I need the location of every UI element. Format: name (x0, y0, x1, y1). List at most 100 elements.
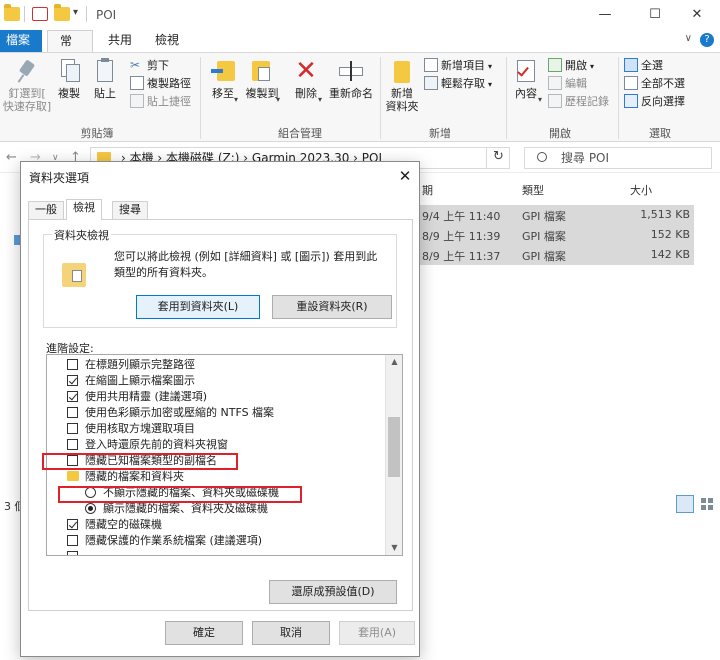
option-restore-windows[interactable]: 登入時還原先前的資料夾視窗 (47, 437, 383, 453)
column-size[interactable]: 大小 (630, 182, 652, 198)
option-file-icon-on-thumbnails[interactable]: 在縮圖上顯示檔案圖示 (47, 373, 383, 389)
scroll-thumb[interactable] (388, 417, 400, 477)
checkbox[interactable] (67, 407, 78, 418)
checkbox[interactable] (67, 535, 78, 546)
tab-general[interactable]: 一般 (28, 201, 64, 219)
option-hide-extensions[interactable]: 隱藏已知檔案類型的副檔名 (47, 453, 383, 469)
option-color-ntfs[interactable]: 使用色彩顯示加密或壓縮的 NTFS 檔案 (47, 405, 383, 421)
search-input[interactable]: 搜尋 POI (524, 147, 712, 169)
quick-access-dropdown-icon[interactable]: ▾ (73, 7, 78, 18)
checkbox[interactable] (67, 391, 78, 402)
option-hide-protected-os-files[interactable]: 隱藏保護的作業系統檔案 (建議選項) (47, 533, 383, 549)
file-type: GPI 檔案 (522, 210, 566, 223)
properties-button[interactable]: 內容 ▾ (508, 57, 544, 104)
search-placeholder: 搜尋 POI (561, 151, 610, 165)
file-row[interactable]: 9/4 上午 11:40 GPI 檔案 1,513 KB (420, 205, 694, 225)
ribbon-collapse-icon[interactable]: ∨ (685, 33, 692, 44)
delete-button[interactable]: ✕ 刪除 ▾ (288, 56, 324, 104)
new-item-button[interactable]: 新增項目 ▾ (424, 57, 492, 75)
option-label: 在縮圖上顯示檔案圖示 (85, 374, 195, 387)
large-icons-view-icon[interactable] (698, 495, 716, 513)
checkbox[interactable] (67, 519, 78, 530)
rename-label: 重新命名 (329, 87, 373, 100)
option-label: 使用共用精靈 (建議選項) (85, 390, 208, 403)
checkbox[interactable] (67, 439, 78, 450)
open-button[interactable]: 開啟 ▾ (548, 57, 594, 75)
clipboard-group-label: 剪貼簿 (80, 127, 114, 140)
dialog-title: 資料夾選項 (29, 171, 90, 185)
tab-view-options[interactable]: 檢視 (66, 199, 102, 220)
option-show-hidden[interactable]: 顯示隱藏的檔案、資料夾及磁碟機 (47, 501, 383, 517)
column-date[interactable]: 期 (422, 182, 433, 198)
file-size: 1,513 KB (640, 208, 690, 221)
organize-group-label: 組合管理 (278, 127, 322, 140)
maximize-button[interactable]: ☐ (632, 0, 678, 30)
edit-button[interactable]: 編輯 (548, 75, 587, 93)
open-icon (548, 58, 562, 72)
cut-button[interactable]: ✂ 剪下 (130, 57, 169, 75)
close-button[interactable]: ✕ (674, 0, 720, 30)
folder-icon (67, 471, 79, 481)
easy-access-button[interactable]: 輕鬆存取 ▾ (424, 75, 492, 93)
apply-button[interactable]: 套用(A) (339, 621, 415, 645)
history-icon (548, 94, 562, 108)
checkbox[interactable] (67, 423, 78, 434)
apply-to-folders-button[interactable]: 套用到資料夾(L) (136, 295, 260, 319)
ok-button[interactable]: 確定 (165, 621, 243, 645)
column-type[interactable]: 類型 (522, 182, 544, 198)
scrollbar[interactable]: ▲ ▼ (385, 355, 402, 555)
pin-quick-access-button[interactable]: 釘選到[ 快速存取] (2, 57, 52, 113)
paste-button[interactable]: 貼上 (88, 57, 122, 100)
checkbox[interactable] (67, 375, 78, 386)
select-none-button[interactable]: 全部不選 (624, 75, 685, 93)
folder-icon (4, 4, 20, 21)
dialog-close-button[interactable]: ✕ (391, 162, 419, 190)
details-view-icon[interactable] (676, 495, 694, 513)
file-row[interactable]: 8/9 上午 11:37 GPI 檔案 142 KB (420, 245, 694, 265)
properties-check-icon[interactable] (32, 7, 48, 21)
delete-x-icon: ✕ (295, 56, 317, 86)
move-to-button[interactable]: 移至 ▾ (204, 57, 242, 104)
radio[interactable] (85, 503, 96, 514)
copy-button[interactable]: 複製 (52, 57, 86, 100)
tab-search[interactable]: 搜尋 (112, 201, 148, 219)
paste-shortcut-button[interactable]: 貼上捷徑 (130, 93, 191, 111)
copy-path-button[interactable]: 複製路徑 (130, 75, 191, 93)
back-arrow-icon[interactable]: ← (6, 150, 17, 165)
restore-defaults-button[interactable]: 還原成預設值(D) (269, 580, 397, 604)
refresh-icon[interactable]: ↻ (486, 147, 510, 169)
tab-view[interactable]: 檢視 (143, 30, 191, 52)
cancel-button[interactable]: 取消 (252, 621, 330, 645)
copy-to-button[interactable]: 複製到 ▾ (242, 57, 282, 104)
option-sharing-wizard[interactable]: 使用共用精靈 (建議選項) (47, 389, 383, 405)
option-dont-show-hidden[interactable]: 不顯示隱藏的檔案、資料夾或磁碟機 (47, 485, 383, 501)
checkbox[interactable] (67, 551, 78, 555)
tab-file[interactable]: 檔案 (0, 30, 42, 52)
option-label: 不顯示隱藏的檔案、資料夾或磁碟機 (103, 486, 279, 499)
option-hide-empty-drives[interactable]: 隱藏空的磁碟機 (47, 517, 383, 533)
reset-folders-button[interactable]: 重設資料夾(R) (272, 295, 392, 319)
select-all-button[interactable]: 全選 (624, 57, 663, 75)
option-item-checkboxes[interactable]: 使用核取方塊選取項目 (47, 421, 383, 437)
tab-share[interactable]: 共用 (96, 30, 144, 52)
checkbox[interactable] (67, 455, 78, 466)
new-folder-button[interactable]: 新增 資料夾 (382, 57, 422, 113)
scroll-down-icon[interactable]: ▼ (386, 541, 402, 555)
tab-home[interactable]: 常用 (47, 30, 93, 68)
rename-button[interactable]: 重新命名 (326, 57, 376, 100)
file-row[interactable]: 8/9 上午 11:39 GPI 檔案 152 KB (420, 225, 694, 245)
checkbox[interactable] (67, 359, 78, 370)
invert-selection-button[interactable]: 反向選擇 (624, 93, 685, 111)
history-button[interactable]: 歷程記錄 (548, 93, 609, 111)
divider (506, 57, 507, 139)
help-icon[interactable]: ? (700, 33, 714, 47)
radio[interactable] (85, 487, 96, 498)
new-folder-label: 新增 資料夾 (385, 87, 419, 113)
minimize-button[interactable]: — (582, 0, 628, 30)
option-show-full-path[interactable]: 在標題列顯示完整路徑 (47, 357, 383, 373)
new-folder-icon[interactable] (54, 4, 70, 21)
scroll-up-icon[interactable]: ▲ (386, 355, 402, 369)
advanced-settings-list[interactable]: 在標題列顯示完整路徑 在縮圖上顯示檔案圖示 使用共用精靈 (建議選項) 使用色彩… (46, 354, 403, 556)
view-tab-panel: 資料夾檢視 您可以將此檢視 (例如 [詳細資料] 或 [圖示]) 套用到此類型的… (28, 219, 413, 611)
select-all-icon (624, 58, 638, 72)
